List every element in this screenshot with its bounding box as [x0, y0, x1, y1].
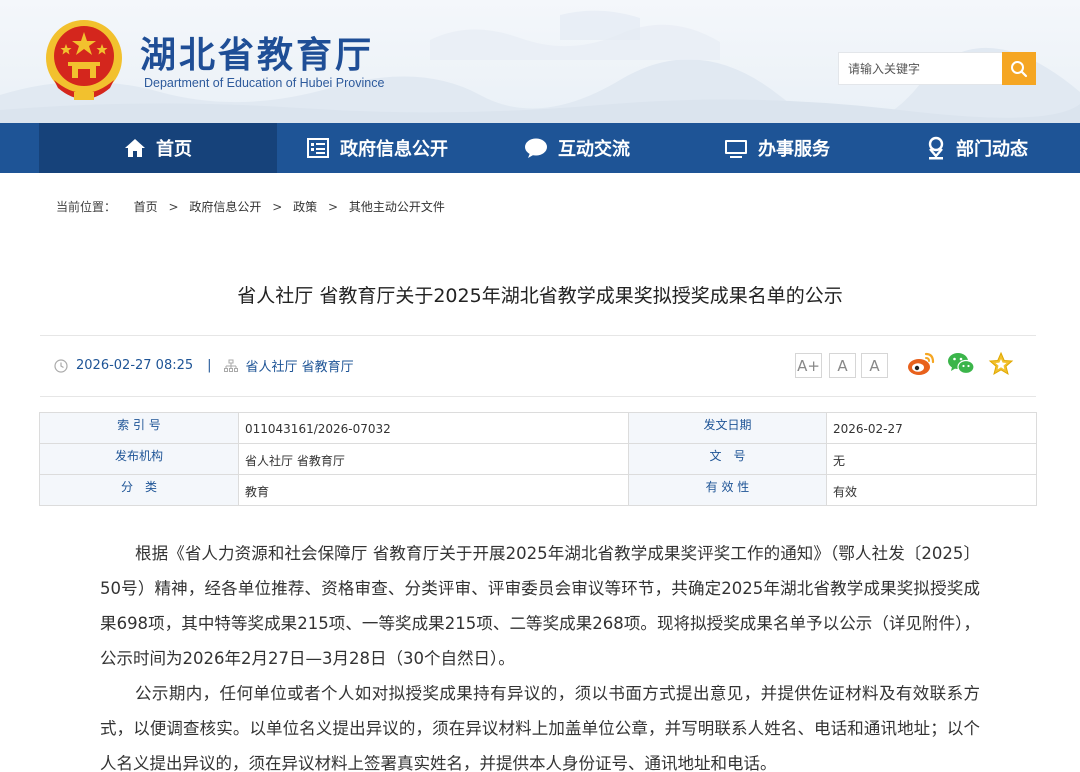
info-value: 教育: [238, 474, 629, 506]
breadcrumb-item-other-files[interactable]: 其他主动公开文件: [349, 200, 445, 214]
table-row: 索 引 号 011043161/2026-07032 发文日期 2026-02-…: [39, 412, 1037, 444]
document-info-table: 索 引 号 011043161/2026-07032 发文日期 2026-02-…: [39, 412, 1037, 506]
search-box: [838, 52, 1036, 85]
info-value: 2026-02-27: [826, 412, 1037, 444]
title-divider: [40, 335, 1036, 336]
nav-item-label: 互动交流: [558, 139, 630, 160]
info-value: 无: [826, 443, 1037, 475]
breadcrumb-item-home[interactable]: 首页: [134, 200, 158, 214]
meta-divider-line: [40, 396, 1036, 397]
info-label: 发布机构: [39, 443, 239, 475]
search-input[interactable]: [839, 53, 1003, 84]
site-header: 湖北省教育厅 Department of Education of Hubei …: [0, 0, 1080, 123]
info-label: 索 引 号: [39, 412, 239, 444]
font-size-increase-button[interactable]: A+: [795, 353, 822, 378]
table-row: 分 类 教育 有 效 性 有效: [39, 474, 1037, 506]
publish-datetime: 2026-02-27 08:25: [76, 358, 194, 373]
main-nav: 首页 政府信息公开 互动交流 办事服务 部门动态: [0, 123, 1080, 173]
nav-item-news[interactable]: 部门动态: [877, 123, 1077, 173]
info-label: 分 类: [39, 474, 239, 506]
favorite-star-icon[interactable]: [988, 351, 1014, 377]
person-pin-icon: [926, 136, 946, 160]
font-button-label: A+: [797, 356, 820, 375]
breadcrumb-item-gov-info[interactable]: 政府信息公开: [189, 200, 261, 214]
clock-icon: [54, 358, 68, 373]
body-paragraph: 公示期内，任何单位或者个人如对拟授奖成果持有异议的，须以书面方式提出意见，并提供…: [100, 684, 980, 772]
monitor-icon: [724, 137, 748, 159]
source-org-icon: [223, 359, 238, 373]
nav-item-interaction[interactable]: 互动交流: [477, 123, 677, 173]
document-list-icon: [306, 137, 330, 159]
article-body: 根据《省人力资源和社会保障厅 省教育厅关于开展2025年湖北省教学成果奖评奖工作…: [100, 536, 980, 772]
weibo-icon[interactable]: [907, 351, 935, 377]
article-title: 省人社厅 省教育厅关于2025年湖北省教学成果奖拟授奖成果名单的公示: [237, 285, 843, 307]
font-button-label: A: [837, 356, 848, 375]
info-value: 011043161/2026-07032: [238, 412, 629, 444]
info-label: 发文日期: [628, 412, 827, 444]
nav-item-label: 政府信息公开: [340, 139, 448, 160]
breadcrumb-separator: >: [327, 200, 339, 214]
breadcrumb-separator: >: [168, 200, 179, 214]
breadcrumb-item-policy[interactable]: 政策: [293, 200, 317, 214]
nav-item-label: 首页: [156, 139, 192, 160]
font-size-default-button[interactable]: A: [829, 353, 856, 378]
nav-item-home[interactable]: 首页: [39, 123, 277, 173]
info-label: 有 效 性: [628, 474, 827, 506]
nav-item-label: 办事服务: [758, 139, 830, 160]
body-paragraph: 根据《省人力资源和社会保障厅 省教育厅关于开展2025年湖北省教学成果奖评奖工作…: [100, 544, 980, 668]
breadcrumb-separator: >: [272, 200, 283, 214]
nav-item-gov-info[interactable]: 政府信息公开: [277, 123, 477, 173]
site-subtitle: Department of Education of Hubei Provinc…: [144, 76, 385, 90]
table-row: 发布机构 省人社厅 省教育厅 文 号 无: [39, 443, 1037, 475]
national-emblem-logo: [46, 20, 122, 100]
site-title: 湖北省教育厅: [140, 34, 375, 76]
nav-item-services[interactable]: 办事服务: [677, 123, 877, 173]
font-size-decrease-button[interactable]: A: [861, 353, 888, 378]
search-button[interactable]: [1002, 52, 1036, 85]
article-source: 省人社厅 省教育厅: [245, 360, 354, 375]
info-value: 有效: [826, 474, 1037, 506]
breadcrumb-prefix: 当前位置：: [56, 200, 117, 214]
article-meta: 2026-02-27 08:25 | 省人社厅 省教育厅: [54, 356, 354, 375]
font-button-label: A: [869, 356, 880, 375]
info-value: 省人社厅 省教育厅: [238, 443, 629, 475]
meta-divider: |: [207, 358, 212, 373]
breadcrumb: 当前位置： 首页 > 政府信息公开 > 政策 > 其他主动公开文件: [56, 198, 445, 215]
wechat-icon[interactable]: [947, 351, 975, 377]
search-icon: [1011, 60, 1028, 77]
chat-bubble-icon: [524, 137, 548, 159]
nav-item-label: 部门动态: [956, 139, 1028, 160]
info-label: 文 号: [628, 443, 827, 475]
home-icon: [124, 137, 146, 159]
